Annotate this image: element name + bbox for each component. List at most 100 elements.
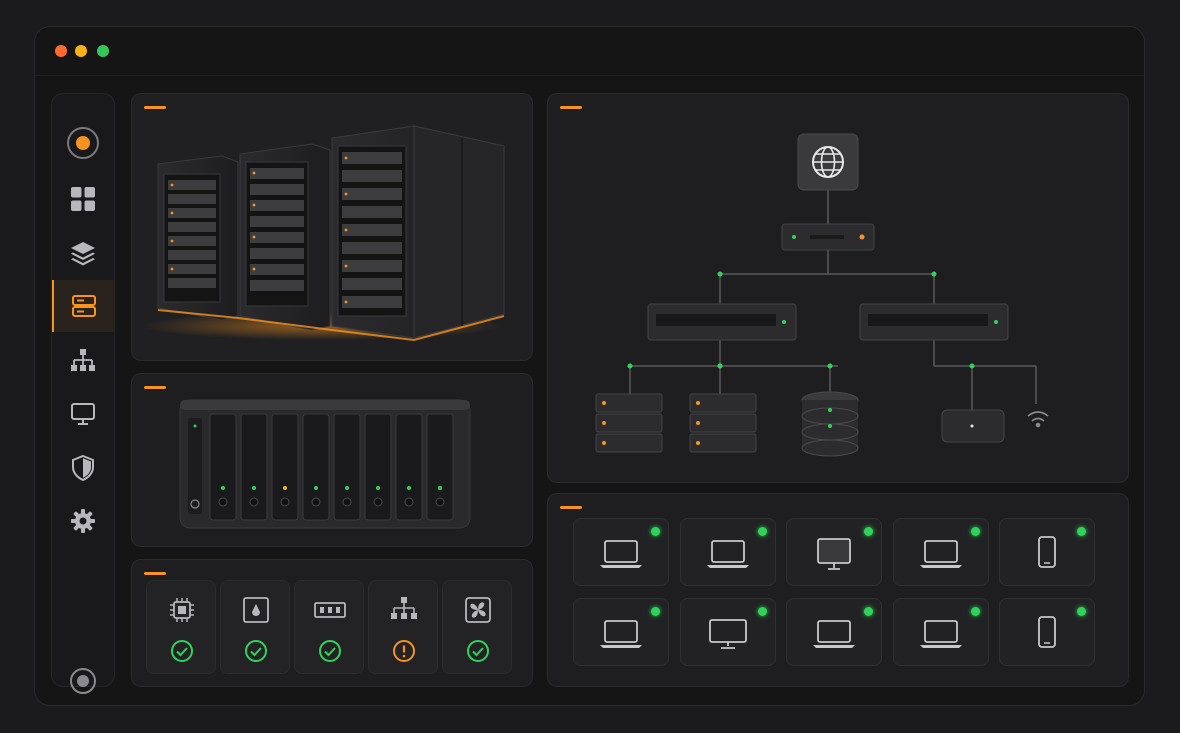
online-status-led <box>757 607 767 616</box>
panel-accent <box>144 386 166 389</box>
laptop-icon <box>706 540 749 568</box>
ok-check-icon <box>171 640 193 662</box>
health-fan-cell[interactable] <box>442 580 512 674</box>
window-minimize-button[interactable] <box>75 45 87 57</box>
ok-check-icon <box>245 640 267 662</box>
sidebar-item-network[interactable] <box>52 335 114 387</box>
online-status-led <box>970 607 980 616</box>
device-card[interactable] <box>679 598 776 666</box>
device-card[interactable] <box>999 598 1095 666</box>
database-icon <box>801 391 859 457</box>
nas-bay-led <box>221 486 225 490</box>
network-topology-diagram <box>595 133 1049 457</box>
window-close-button[interactable] <box>55 45 67 57</box>
network-topology-icon <box>71 349 95 371</box>
nas-storage-image <box>179 399 471 529</box>
monitor-icon <box>708 619 747 649</box>
online-status-led <box>1077 527 1086 536</box>
layers-icon <box>71 242 95 266</box>
switch-icon <box>859 303 1009 341</box>
sidebar <box>51 93 115 694</box>
device-card[interactable] <box>679 518 776 586</box>
health-network-cell[interactable] <box>368 580 438 674</box>
fan-icon <box>465 597 491 623</box>
nas-bay-latch <box>311 497 321 507</box>
device-card[interactable] <box>999 518 1095 586</box>
device-card[interactable] <box>573 518 669 586</box>
device-card[interactable] <box>786 518 882 586</box>
laptop-icon <box>600 540 642 568</box>
sidebar-user[interactable] <box>52 655 114 705</box>
device-card[interactable] <box>786 598 882 666</box>
online-status-led <box>1077 607 1086 616</box>
nas-bay-latch <box>249 497 259 507</box>
nas-bay-latch <box>404 497 414 507</box>
phone-icon <box>1038 536 1056 568</box>
online-status-led <box>651 607 660 616</box>
ok-check-icon <box>467 640 489 662</box>
sidebar-logo[interactable] <box>52 117 114 169</box>
sidebar-item-settings[interactable] <box>52 495 114 547</box>
health-memory-cell[interactable] <box>294 580 364 674</box>
network-topology-panel <box>547 93 1129 483</box>
sidebar-item-servers[interactable] <box>52 280 114 332</box>
server-stack-icon <box>72 295 96 317</box>
nas-bay-latch <box>218 497 228 507</box>
device-card[interactable] <box>892 518 989 586</box>
health-disk-cell[interactable] <box>220 580 290 674</box>
nas-bay-led <box>407 486 411 490</box>
panel-accent <box>560 106 582 109</box>
dashboard-grid-icon <box>71 187 95 211</box>
device-card[interactable] <box>892 598 989 666</box>
online-status-led <box>864 527 873 536</box>
ok-check-icon <box>319 640 341 662</box>
nas-bay-latch <box>280 497 290 507</box>
nas-bay-latch <box>342 497 352 507</box>
laptop-icon <box>813 620 855 648</box>
server-racks-image <box>132 94 532 360</box>
sidebar-item-dashboard[interactable] <box>52 173 114 225</box>
server-racks-panel <box>131 93 533 361</box>
wifi-icon <box>1027 411 1049 428</box>
disk-icon <box>243 597 269 623</box>
tablet-screen-icon <box>817 538 851 570</box>
health-cpu-cell[interactable] <box>146 580 216 674</box>
server-icon <box>689 393 757 453</box>
nas-panel <box>131 373 533 547</box>
device-card[interactable] <box>573 598 669 666</box>
health-status-panel <box>131 559 533 687</box>
phone-icon <box>1038 616 1056 648</box>
online-status-led <box>970 527 980 536</box>
cpu-icon <box>170 598 194 622</box>
access-point-icon <box>941 409 1005 443</box>
devices-panel <box>547 493 1129 687</box>
online-status-led <box>651 527 660 536</box>
window-zoom-button[interactable] <box>97 45 109 57</box>
nas-bay-led <box>252 486 256 490</box>
nas-bay-led <box>345 486 349 490</box>
laptop-icon <box>600 620 642 648</box>
laptop-icon <box>919 540 962 568</box>
title-bar <box>35 27 1144 76</box>
nas-bay-led <box>314 486 318 490</box>
nas-bay-led <box>438 486 442 490</box>
sidebar-item-layers[interactable] <box>52 227 114 279</box>
memory-icon <box>314 602 346 618</box>
panel-accent <box>144 572 166 575</box>
server-icon <box>595 393 663 453</box>
shield-icon <box>72 454 94 482</box>
nas-bay-led <box>376 486 380 490</box>
sidebar-item-monitor[interactable] <box>52 388 114 440</box>
user-ring-icon <box>70 668 96 694</box>
online-status-led <box>757 527 767 536</box>
sidebar-item-security[interactable] <box>52 442 114 494</box>
warning-icon <box>393 640 415 662</box>
nas-bay-led <box>283 486 287 490</box>
laptop-icon <box>919 620 962 648</box>
internet-globe-icon <box>797 133 859 191</box>
nas-bay-latch <box>373 497 383 507</box>
panel-accent <box>144 106 166 109</box>
logo-ring-icon <box>67 127 99 159</box>
app-window <box>34 26 1145 706</box>
network-icon <box>391 597 417 619</box>
